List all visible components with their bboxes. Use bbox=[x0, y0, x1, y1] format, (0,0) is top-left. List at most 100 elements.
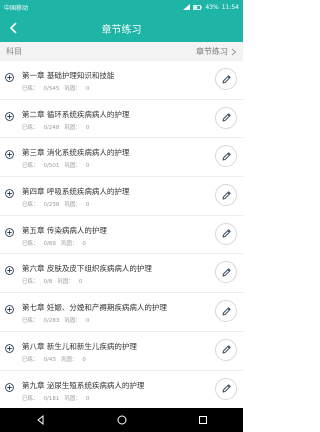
chapter-stats: 已练： 0/181 巩固： 0 bbox=[22, 394, 94, 402]
done-label: 已练： bbox=[22, 240, 39, 247]
battery-level: 43% bbox=[205, 3, 219, 11]
page-title: 章节练习 bbox=[101, 25, 142, 36]
correct-count: 0 bbox=[85, 202, 90, 209]
chapter-title: 第八章 新生儿和新生儿疾病的护理 bbox=[22, 341, 137, 351]
pencil-icon bbox=[222, 268, 231, 277]
correct-label: 巩固： bbox=[57, 279, 74, 286]
carrier-label: 中国移动 bbox=[4, 4, 29, 12]
nav-recents-icon[interactable] bbox=[198, 415, 208, 425]
pencil-icon bbox=[222, 345, 231, 354]
chapter-row[interactable]: 第一章 基础护理知识和技能 已练： 0/545 巩固： 0 bbox=[0, 61, 243, 100]
correct-count: 0 bbox=[82, 240, 86, 247]
done-label: 已练： bbox=[22, 279, 39, 286]
pencil-icon bbox=[222, 384, 231, 393]
chapter-row[interactable]: 第七章 妊娠、分娩和产褥期疾病病人的护理 已练： 0/283 巩固： 0 bbox=[0, 293, 243, 332]
chapter-stats: 已练： 0/283 巩固： 0 bbox=[22, 316, 94, 324]
chapter-row[interactable]: 第三章 消化系统疾病病人的护理 已练： 0/501 巩固： 0 bbox=[0, 138, 243, 178]
pencil-icon bbox=[222, 113, 231, 122]
chapter-title: 第五章 传染病病人的护理 bbox=[22, 225, 107, 235]
chapter-title: 第一章 基础护理知识和技能 bbox=[22, 71, 115, 80]
chapter-stats: 已练： 0/43 巩固： 0 bbox=[22, 355, 91, 363]
chapter-row[interactable]: 第五章 传染病病人的护理 已练： 0/69 巩固： 0 bbox=[0, 216, 243, 255]
clock: 11:54 bbox=[221, 3, 239, 11]
chevron-right-icon bbox=[231, 48, 237, 55]
chapter-row[interactable]: 第二章 循环系统疾病病人的护理 已练： 0/248 巩固： 0 bbox=[0, 100, 243, 139]
correct-label: 巩固： bbox=[60, 240, 78, 247]
correct-label: 巩固： bbox=[64, 318, 81, 325]
expand-plus-icon[interactable] bbox=[5, 343, 14, 353]
chapter-title: 第六章 皮肤及皮下组织疾病病人的护理 bbox=[22, 264, 152, 274]
practice-button[interactable] bbox=[215, 145, 237, 168]
nav-home-icon[interactable] bbox=[117, 415, 127, 425]
correct-count: 0 bbox=[78, 279, 83, 286]
correct-label: 巩固： bbox=[64, 395, 81, 402]
correct-count: 0 bbox=[85, 86, 90, 92]
practice-button[interactable] bbox=[215, 338, 237, 361]
expand-plus-icon[interactable] bbox=[5, 382, 14, 392]
chapter-title: 第三章 消化系统疾病病人的护理 bbox=[22, 148, 130, 158]
chapter-stats: 已练： 0/8 巩固： 0 bbox=[22, 277, 87, 285]
chapter-stats: 已练： 0/248 巩固： 0 bbox=[22, 123, 94, 131]
pencil-icon bbox=[222, 306, 231, 316]
correct-label: 巩固： bbox=[64, 86, 81, 92]
done-label: 已练： bbox=[22, 163, 39, 170]
expand-plus-icon[interactable] bbox=[5, 305, 14, 314]
done-label: 已练： bbox=[22, 395, 39, 402]
chapter-row[interactable]: 第四章 呼吸系统疾病病人的护理 已练： 0/238 巩固： 0 bbox=[0, 177, 243, 216]
done-label: 已练： bbox=[22, 86, 39, 92]
done-count: 0/238 bbox=[43, 202, 60, 209]
correct-count: 0 bbox=[82, 356, 86, 363]
correct-label: 巩固： bbox=[60, 356, 78, 363]
done-count: 0/43 bbox=[43, 356, 56, 363]
done-count: 0/69 bbox=[43, 240, 56, 247]
practice-button[interactable] bbox=[215, 106, 237, 129]
chapter-title: 第九章 泌尿生殖系统疾病病人的护理 bbox=[22, 380, 145, 390]
correct-count: 0 bbox=[85, 163, 90, 170]
chapter-stats: 已练： 0/501 巩固： 0 bbox=[22, 161, 94, 169]
chapter-title: 第二章 循环系统疾病病人的护理 bbox=[22, 109, 130, 119]
correct-label: 巩固： bbox=[64, 163, 81, 170]
done-label: 已练： bbox=[22, 318, 39, 325]
expand-plus-icon[interactable] bbox=[5, 189, 14, 198]
subject-label: 科目 bbox=[6, 47, 22, 56]
battery-icon bbox=[193, 4, 203, 10]
signal-icon bbox=[183, 4, 191, 10]
chapter-row[interactable]: 第六章 皮肤及皮下组织疾病病人的护理 已练： 0/8 巩固： 0 bbox=[0, 254, 243, 294]
done-count: 0/545 bbox=[43, 86, 60, 92]
chapter-list: 第一章 基础护理知识和技能 已练： 0/545 巩固： 0 第二章 循环系统疾病病人的护理… bbox=[0, 61, 243, 408]
chapter-title: 第七章 妊娠、分娩和产褥期疾病病人的护理 bbox=[22, 303, 167, 313]
chapter-stats: 已练： 0/545 巩固： 0 bbox=[22, 84, 94, 92]
correct-label: 巩固： bbox=[64, 202, 81, 209]
practice-button[interactable] bbox=[215, 377, 237, 400]
chapter-row[interactable]: 第九章 泌尿生殖系统疾病病人的护理 已练： 0/181 巩固： 0 bbox=[0, 371, 243, 409]
practice-button[interactable] bbox=[215, 261, 237, 284]
expand-plus-icon[interactable] bbox=[5, 266, 14, 276]
done-label: 已练： bbox=[22, 124, 39, 131]
chapter-row[interactable]: 第八章 新生儿和新生儿疾病的护理 已练： 0/43 巩固： 0 bbox=[0, 332, 243, 371]
subject-selector[interactable]: 科目 章节练习 bbox=[0, 42, 243, 61]
practice-button[interactable] bbox=[215, 68, 237, 90]
chapter-stats: 已练： 0/69 巩固： 0 bbox=[22, 239, 91, 247]
correct-count: 0 bbox=[85, 395, 90, 402]
expand-plus-icon[interactable] bbox=[5, 111, 14, 121]
nav-back-icon[interactable] bbox=[36, 415, 46, 425]
done-count: 0/181 bbox=[43, 395, 60, 402]
pencil-icon bbox=[222, 152, 231, 161]
done-count: 0/501 bbox=[43, 163, 60, 170]
done-count: 0/283 bbox=[43, 318, 60, 325]
practice-button[interactable] bbox=[215, 184, 237, 207]
expand-plus-icon[interactable] bbox=[5, 73, 14, 82]
correct-count: 0 bbox=[85, 318, 90, 325]
chapter-title: 第四章 呼吸系统疾病病人的护理 bbox=[22, 187, 130, 197]
pencil-icon bbox=[222, 229, 231, 238]
correct-label: 巩固： bbox=[64, 124, 81, 131]
practice-button[interactable] bbox=[215, 300, 237, 323]
pencil-icon bbox=[222, 190, 231, 200]
expand-plus-icon[interactable] bbox=[5, 150, 14, 160]
done-count: 0/248 bbox=[43, 124, 60, 131]
pencil-icon bbox=[222, 74, 231, 83]
done-label: 已练： bbox=[22, 202, 39, 209]
app-header: 章节练习 bbox=[0, 14, 243, 42]
expand-plus-icon[interactable] bbox=[5, 227, 14, 237]
practice-button[interactable] bbox=[215, 222, 237, 245]
